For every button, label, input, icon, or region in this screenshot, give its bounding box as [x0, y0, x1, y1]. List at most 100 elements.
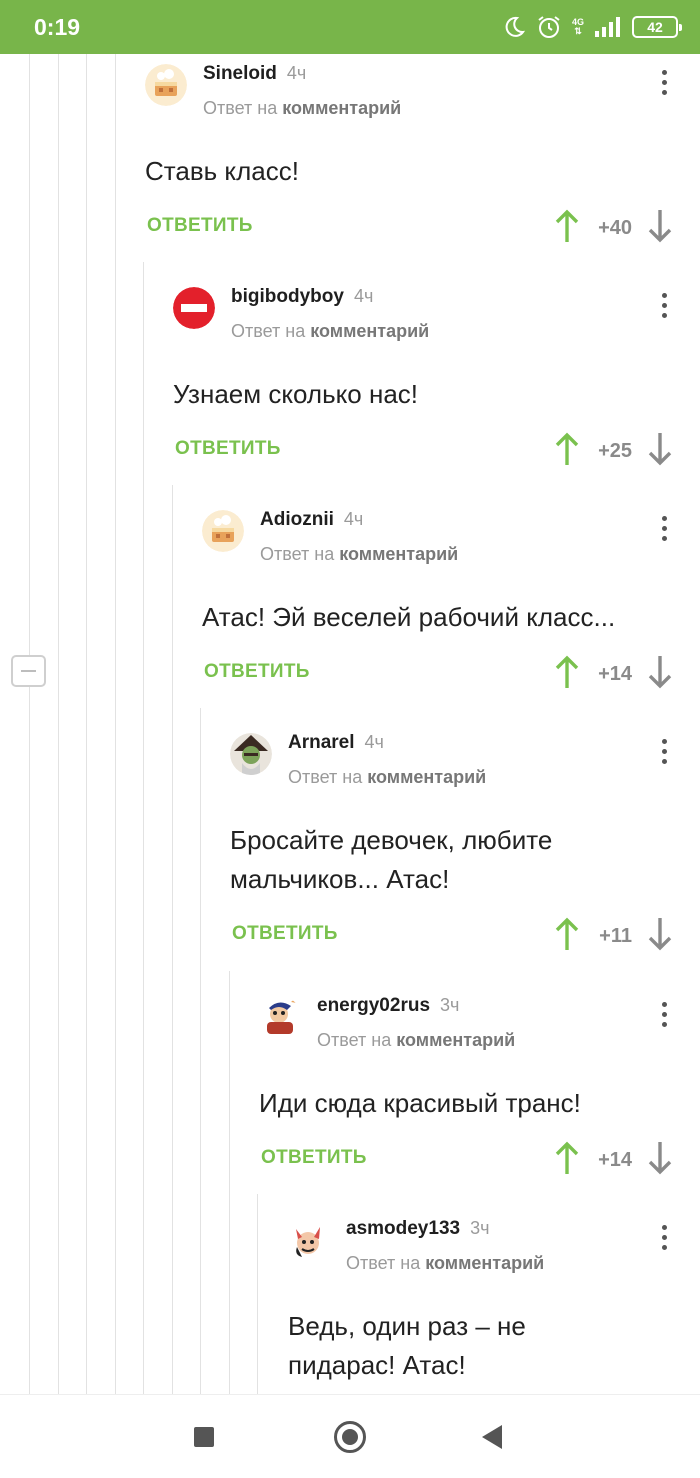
comment-time: 4ч — [286, 63, 307, 83]
comment: Arnarel 4ч Ответ на комментарий Бросайте … — [230, 732, 700, 955]
comment-text: Узнаем сколько нас! — [173, 379, 419, 409]
comment-header: Arnarel 4ч Ответ на комментарий — [230, 732, 700, 793]
reply-to-line: Ответ на комментарий — [288, 767, 487, 787]
comment-author[interactable]: Adioznii 4ч — [260, 509, 363, 531]
reply-target-link[interactable]: комментарий — [282, 98, 401, 118]
comment-footer: ОТВЕТИТЬ +25 — [173, 430, 700, 470]
thread-line — [172, 485, 173, 1394]
cartoon-avatar[interactable] — [259, 996, 301, 1038]
system-nav-bar — [0, 1394, 700, 1478]
devil-avatar[interactable] — [288, 1219, 330, 1261]
comment-header: bigibodyboy 4ч Ответ на комментарий — [173, 286, 700, 347]
comment-footer: ОТВЕТИТЬ +14 — [259, 1139, 700, 1179]
reply-to-line: Ответ на комментарий — [317, 1030, 516, 1050]
cake-avatar[interactable] — [202, 510, 244, 552]
comment-text: Атас! Эй веселей рабочий класс... — [202, 602, 616, 632]
comment-header: Sineloid 4ч Ответ на комментарий — [145, 63, 700, 124]
comment-header: asmodey133 3ч Ответ на комментарий — [288, 1218, 700, 1279]
cake-avatar[interactable] — [145, 64, 187, 106]
thread-line — [86, 54, 87, 1394]
wizard-avatar[interactable] — [230, 733, 272, 775]
reply-target-link[interactable]: комментарий — [339, 544, 458, 564]
home-icon[interactable] — [334, 1421, 366, 1453]
comment: bigibodyboy 4ч Ответ на комментарий Узнае… — [173, 286, 700, 470]
comment-text: Бросайте девочек, любите мальчиков... Ат… — [230, 825, 553, 894]
vote-down-icon[interactable] — [647, 1141, 673, 1175]
reply-to-line: Ответ на комментарий — [231, 321, 430, 341]
comment-text: Иди сюда красивый транс! — [259, 1088, 581, 1118]
more-options-icon[interactable] — [658, 1002, 670, 1032]
reply-target-link[interactable]: комментарий — [425, 1253, 544, 1273]
comment-thread: Sineloid 4ч Ответ на комментарий Ставь кл… — [0, 54, 700, 1394]
more-options-icon[interactable] — [658, 293, 670, 323]
reply-button[interactable]: ОТВЕТИТЬ — [147, 215, 253, 237]
reply-target-link[interactable]: комментарий — [310, 321, 429, 341]
comment-text: Ведь, один раз – не пидарас! Атас! — [288, 1311, 526, 1380]
comment-score: +14 — [598, 663, 632, 685]
more-options-icon[interactable] — [658, 516, 670, 546]
thread-line — [115, 54, 116, 1394]
back-icon[interactable] — [482, 1425, 502, 1449]
comment: energy02rus 3ч Ответ на комментарий Иди с… — [259, 995, 700, 1179]
more-options-icon[interactable] — [658, 739, 670, 769]
thread-line — [200, 708, 201, 1394]
comment-score: +14 — [598, 1149, 632, 1171]
network-indicator: 4G ⇅ — [571, 17, 584, 36]
comment-header: Adioznii 4ч Ответ на комментарий — [202, 509, 700, 570]
vote-up-icon[interactable] — [554, 1141, 580, 1175]
vote-up-icon[interactable] — [554, 655, 580, 689]
comment-time: 3ч — [470, 1218, 490, 1238]
vote-down-icon[interactable] — [647, 655, 673, 689]
comment: Adioznii 4ч Ответ на комментарий Атас! Эй… — [202, 509, 700, 693]
no-entry-avatar[interactable] — [173, 287, 215, 329]
comment: asmodey133 3ч Ответ на комментарий Ведь, … — [288, 1218, 700, 1394]
vote-down-icon[interactable] — [647, 209, 673, 243]
comment-time: 4ч — [343, 509, 364, 529]
comment-time: 3ч — [440, 995, 460, 1015]
comment-score: +11 — [599, 925, 632, 947]
thread-line — [29, 54, 30, 1394]
reply-to-line: Ответ на комментарий — [346, 1253, 545, 1273]
comment-footer: ОТВЕТИТЬ +11 — [230, 915, 700, 955]
comment-text: Ставь класс! — [145, 156, 299, 186]
reply-button[interactable]: ОТВЕТИТЬ — [204, 661, 310, 683]
vote-down-icon[interactable] — [647, 432, 673, 466]
reply-target-link[interactable]: комментарий — [396, 1030, 515, 1050]
more-options-icon[interactable] — [658, 1225, 670, 1255]
comment-header: energy02rus 3ч Ответ на комментарий — [259, 995, 700, 1056]
status-icons: 4G ⇅ 42 — [502, 12, 682, 42]
vote-up-icon[interactable] — [554, 917, 580, 951]
thread-line — [229, 971, 230, 1394]
comment-author[interactable]: asmodey133 3ч — [346, 1218, 489, 1240]
vote-down-icon[interactable] — [647, 917, 673, 951]
collapse-thread-button[interactable] — [11, 655, 46, 687]
thread-line — [58, 54, 59, 1394]
comment-author[interactable]: energy02rus 3ч — [317, 995, 459, 1017]
reply-to-line: Ответ на комментарий — [203, 98, 402, 118]
reply-button[interactable]: ОТВЕТИТЬ — [232, 923, 338, 945]
battery-icon: 42 — [632, 16, 682, 38]
alarm-icon — [538, 16, 560, 38]
status-bar: 0:19 4G ⇅ 42 — [0, 0, 700, 54]
comment-author[interactable]: bigibodyboy 4ч — [231, 286, 373, 308]
recent-apps-icon[interactable] — [194, 1427, 214, 1447]
vote-up-icon[interactable] — [554, 432, 580, 466]
thread-line — [143, 262, 144, 1394]
signal-icon — [595, 17, 620, 37]
more-options-icon[interactable] — [658, 70, 670, 100]
comment-footer: ОТВЕТИТЬ +40 — [145, 207, 700, 247]
comment-score: +25 — [598, 440, 632, 462]
comment-author[interactable]: Sineloid 4ч — [203, 63, 306, 85]
comment: Sineloid 4ч Ответ на комментарий Ставь кл… — [145, 63, 700, 247]
reply-target-link[interactable]: комментарий — [367, 767, 486, 787]
thread-line — [257, 1194, 258, 1394]
comment-time: 4ч — [364, 732, 384, 752]
comment-time: 4ч — [353, 286, 374, 306]
comment-author[interactable]: Arnarel 4ч — [288, 732, 384, 754]
clock: 0:19 — [34, 14, 81, 40]
vote-up-icon[interactable] — [554, 209, 580, 243]
comment-footer: ОТВЕТИТЬ +14 — [202, 653, 700, 693]
reply-button[interactable]: ОТВЕТИТЬ — [261, 1147, 367, 1169]
reply-to-line: Ответ на комментарий — [260, 544, 459, 564]
reply-button[interactable]: ОТВЕТИТЬ — [175, 438, 281, 460]
